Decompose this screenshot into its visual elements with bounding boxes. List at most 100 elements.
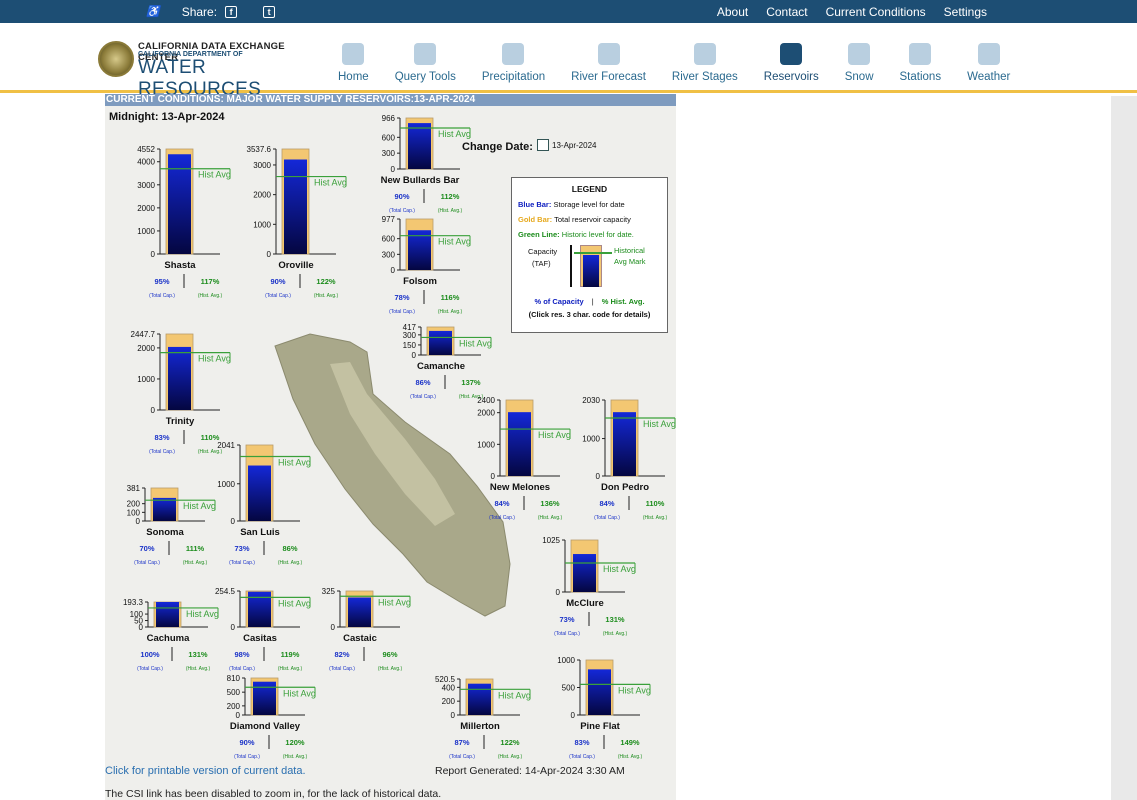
new-melones-tick-label: 2400 (477, 396, 495, 405)
casitas-hist-avg-label: Hist Avg (278, 598, 311, 608)
top-link-contact[interactable]: Contact (766, 5, 807, 19)
mcclure-hist-avg-caption: (Hist. Avg.) (603, 631, 628, 637)
folsom-tick-label: 600 (382, 235, 396, 244)
legend-pct-hist: % Hist. Avg. (601, 297, 645, 306)
shasta-tick-label: 2000 (137, 204, 155, 213)
dwr-logo[interactable]: CALIFORNIA DATA EXCHANGE CENTER CALIFORN… (98, 39, 318, 100)
top-link-about[interactable]: About (717, 5, 748, 19)
diamond-valley-tick-label: 200 (227, 702, 241, 711)
new-bullards-bar-pct-capacity: 90% (394, 192, 409, 201)
trinity-storage-bar (168, 346, 191, 410)
diamond-valley-tick-label: 0 (236, 711, 241, 720)
legend-gold-row: Gold Bar: Total reservoir capacity (518, 215, 667, 224)
millerton-tick-label: 400 (442, 683, 456, 692)
diamond-valley-hist-avg-caption: (Hist. Avg.) (283, 754, 308, 760)
diamond-valley-hist-avg-label: Hist Avg (283, 688, 316, 698)
don-pedro-tick-label: 2030 (582, 396, 600, 405)
trinity-pct-capacity: 83% (154, 433, 169, 442)
mcclure-tick-label: 1025 (542, 536, 560, 545)
new-melones-total-cap-caption: (Total Cap.) (489, 515, 515, 521)
mcclure-storage-bar (573, 554, 596, 592)
top-link-settings[interactable]: Settings (944, 5, 987, 19)
oroville-hist-avg-label: Hist Avg (314, 178, 347, 188)
casitas-tick-label: 254.5 (215, 587, 236, 596)
shasta-pct-capacity: 95% (154, 277, 169, 286)
shasta-pct-hist: 117% (201, 277, 220, 286)
mcclure-total-cap-caption: (Total Cap.) (554, 631, 580, 637)
oroville-tick-label: 0 (267, 250, 272, 259)
millerton-pct-capacity: 87% (454, 738, 469, 747)
nav-home[interactable]: Home (325, 35, 382, 83)
new-bullards-bar-tick-label: 966 (382, 114, 396, 123)
legend-green-text: Historic level for date. (561, 230, 634, 239)
nav-reservoirs[interactable]: Reservoirs (751, 35, 832, 83)
shasta-tick-label: 0 (151, 250, 156, 259)
nav-stations[interactable]: Stations (887, 35, 955, 83)
legend-blue-bar (583, 255, 599, 287)
trinity-total-cap-caption: (Total Cap.) (149, 449, 175, 455)
nav-label: Stations (899, 71, 942, 83)
folsom-pct-capacity: 78% (394, 293, 409, 302)
pine-flat-tick-label: 0 (571, 711, 576, 720)
nav-river-stages[interactable]: River Stages (659, 35, 751, 83)
nav-label: Weather (967, 71, 1011, 83)
oroville-hist-avg-caption: (Hist. Avg.) (314, 293, 339, 299)
nav-weather[interactable]: Weather (954, 35, 1023, 83)
nav-label: Snow (844, 71, 874, 83)
sonoma-tick-label: 0 (136, 517, 141, 526)
diamond-valley-tick-label: 810 (227, 674, 241, 683)
change-date-picker[interactable]: 13-Apr-2024 (537, 139, 596, 151)
printable-version-link[interactable]: Click for printable version of current d… (105, 765, 306, 777)
cachuma-total-cap-caption: (Total Cap.) (137, 666, 163, 672)
panel-title: CURRENT CONDITIONS: MAJOR WATER SUPPLY R… (105, 94, 676, 106)
oroville-tick-label: 3537.6 (247, 145, 272, 154)
legend-taf: (TAF) (532, 259, 551, 268)
trinity-name: Trinity (166, 416, 195, 427)
nav-river-forecast[interactable]: River Forecast (558, 35, 659, 83)
castaic-hist-avg-label: Hist Avg (378, 597, 411, 607)
camanche-pct-capacity: 86% (415, 378, 430, 387)
legend-hist-mark-1: Historical (614, 246, 645, 255)
river-forecast-icon (597, 43, 620, 65)
castaic-storage-bar (348, 597, 371, 627)
facebook-icon[interactable]: f (225, 5, 238, 18)
main-nav: Home Query Tools Precipitation River Foreca… (325, 35, 1023, 85)
cachuma-pct-capacity: 100% (140, 650, 160, 659)
legend-blue-text: Storage level for date (553, 200, 625, 209)
san-luis-hist-avg-caption: (Hist. Avg.) (278, 560, 303, 566)
accessibility-icon[interactable]: ♿ (146, 5, 160, 18)
castaic-pct-hist: 96% (382, 650, 397, 659)
snowflake-icon (848, 43, 871, 65)
nav-query-tools[interactable]: Query Tools (382, 35, 469, 83)
gears-icon (414, 43, 437, 65)
casitas-tick-label: 0 (231, 623, 236, 632)
pine-flat-name: Pine Flat (580, 721, 620, 732)
top-link-current-conditions[interactable]: Current Conditions (826, 5, 926, 19)
legend-green-line (574, 252, 612, 254)
calendar-icon[interactable] (537, 139, 549, 151)
new-melones-hist-avg-label: Hist Avg (538, 430, 571, 440)
river-stages-icon (693, 43, 716, 65)
reservoir-conditions-panel: 4552 4000 3000 2000 1000 0 Hist Avg Shasta 95% 11… (105, 94, 676, 800)
new-bullards-bar-hist-avg-caption: (Hist. Avg.) (438, 208, 463, 214)
legend-hist-mark-2: Avg Mark (614, 257, 646, 266)
sonoma-pct-hist: 111% (186, 544, 205, 553)
cachuma-name: Cachuma (147, 633, 190, 644)
nav-snow[interactable]: Snow (832, 35, 887, 83)
pine-flat-storage-bar (588, 669, 611, 715)
legend-green-row: Green Line: Historic level for date. (518, 230, 667, 239)
pine-flat-tick-label: 500 (562, 684, 576, 693)
header: CALIFORNIA DATA EXCHANGE CENTER CALIFORN… (0, 23, 1137, 100)
twitter-icon[interactable]: t (263, 5, 276, 18)
castaic-name: Castaic (343, 633, 377, 644)
don-pedro-pct-hist: 110% (646, 499, 665, 508)
nav-precipitation[interactable]: Precipitation (469, 35, 558, 83)
cachuma-hist-avg-caption: (Hist. Avg.) (186, 666, 211, 672)
sonoma-storage-bar (153, 497, 176, 521)
san-luis-tick-label: 0 (231, 517, 236, 526)
casitas-name: Casitas (243, 633, 277, 644)
folsom-total-cap-caption: (Total Cap.) (389, 309, 415, 315)
camanche-storage-bar (429, 330, 452, 355)
castaic-hist-avg-caption: (Hist. Avg.) (378, 666, 403, 672)
trinity-tick-label: 2000 (137, 344, 155, 353)
